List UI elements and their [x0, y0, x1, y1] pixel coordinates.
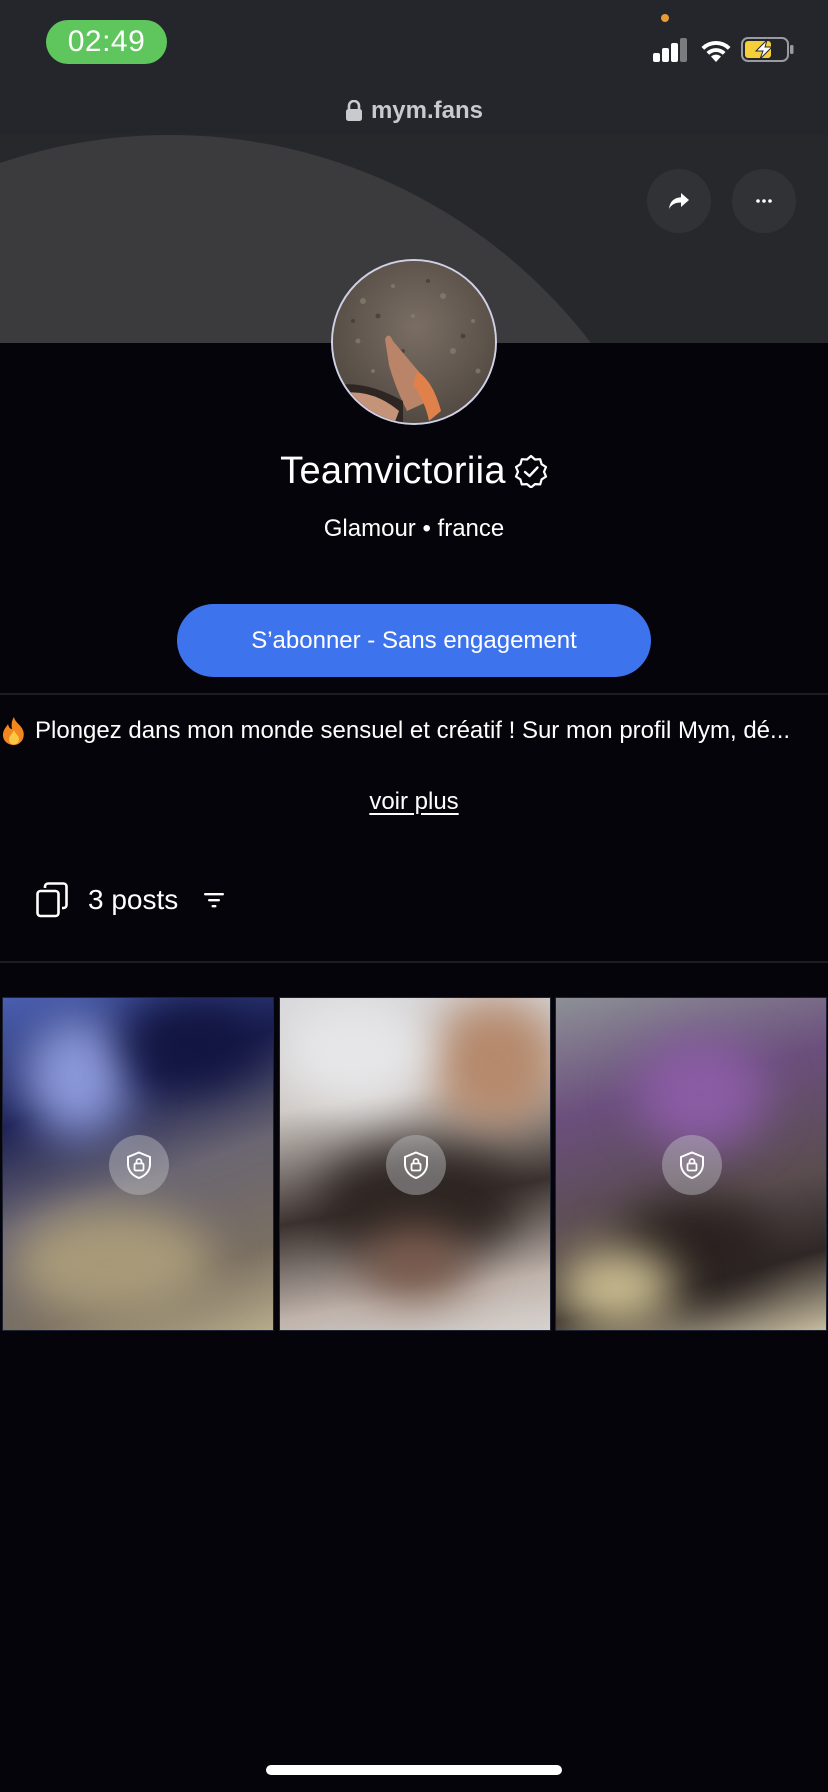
profile-page: 02:49 mym.fans Teamvictoriia Glamour • f…: [0, 0, 828, 1792]
locked-shield-icon: [404, 1151, 428, 1179]
see-more-link[interactable]: voir plus: [0, 788, 828, 816]
cellular-signal-icon: [653, 38, 689, 62]
battery-charging-icon: [741, 37, 794, 62]
locked-shield-icon: [680, 1151, 704, 1179]
locked-shield-icon: [127, 1151, 151, 1179]
locked-post-badge: [109, 1135, 169, 1195]
post-thumbnail[interactable]: [555, 997, 827, 1331]
verified-badge-icon: [514, 454, 547, 488]
url-text: mym.fans: [370, 97, 484, 124]
profile-name: Teamvictoriia: [280, 449, 506, 492]
url-bar[interactable]: mym.fans: [0, 88, 828, 134]
fire-emoji-icon: [2, 717, 24, 745]
filter-icon[interactable]: [204, 892, 225, 908]
lock-icon: [345, 100, 362, 121]
blur-shape: [556, 1248, 676, 1328]
post-thumbnail[interactable]: [279, 997, 551, 1331]
blur-shape: [430, 998, 550, 1128]
privacy-indicator-dot: [661, 14, 669, 22]
share-button[interactable]: [647, 169, 711, 233]
more-options-button[interactable]: [732, 169, 796, 233]
divider: [0, 961, 828, 963]
blur-shape: [360, 1228, 470, 1298]
subscribe-button[interactable]: S’abonner - Sans engagement: [177, 604, 651, 677]
post-thumbnail[interactable]: [2, 997, 274, 1331]
profile-name-row: Teamvictoriia: [0, 446, 828, 496]
profile-bio: Plongez dans mon monde sensuel et créati…: [0, 713, 828, 749]
divider: [0, 693, 828, 695]
profile-category: Glamour • france: [323, 515, 505, 542]
avatar-image: [333, 261, 495, 423]
posts-count: 3 posts: [88, 884, 179, 915]
blur-shape: [636, 1038, 766, 1148]
status-time: 02:49: [46, 20, 167, 64]
avatar[interactable]: [331, 259, 497, 425]
blur-shape: [280, 998, 430, 1108]
blur-shape: [123, 998, 263, 1088]
posts-grid: [0, 997, 828, 1331]
home-indicator[interactable]: [266, 1765, 562, 1775]
more-dots-icon: [756, 199, 772, 203]
locked-post-badge: [386, 1135, 446, 1195]
share-arrow-icon: [669, 193, 689, 209]
wifi-icon: [701, 40, 731, 62]
bio-text: Plongez dans mon monde sensuel et créati…: [35, 717, 791, 744]
blur-shape: [23, 1018, 133, 1138]
blur-shape: [13, 1208, 213, 1318]
status-bar: 02:49 mym.fans: [0, 0, 828, 135]
locked-post-badge: [662, 1135, 722, 1195]
copy-stack-icon: [36, 882, 68, 918]
posts-header: 3 posts: [36, 880, 225, 920]
